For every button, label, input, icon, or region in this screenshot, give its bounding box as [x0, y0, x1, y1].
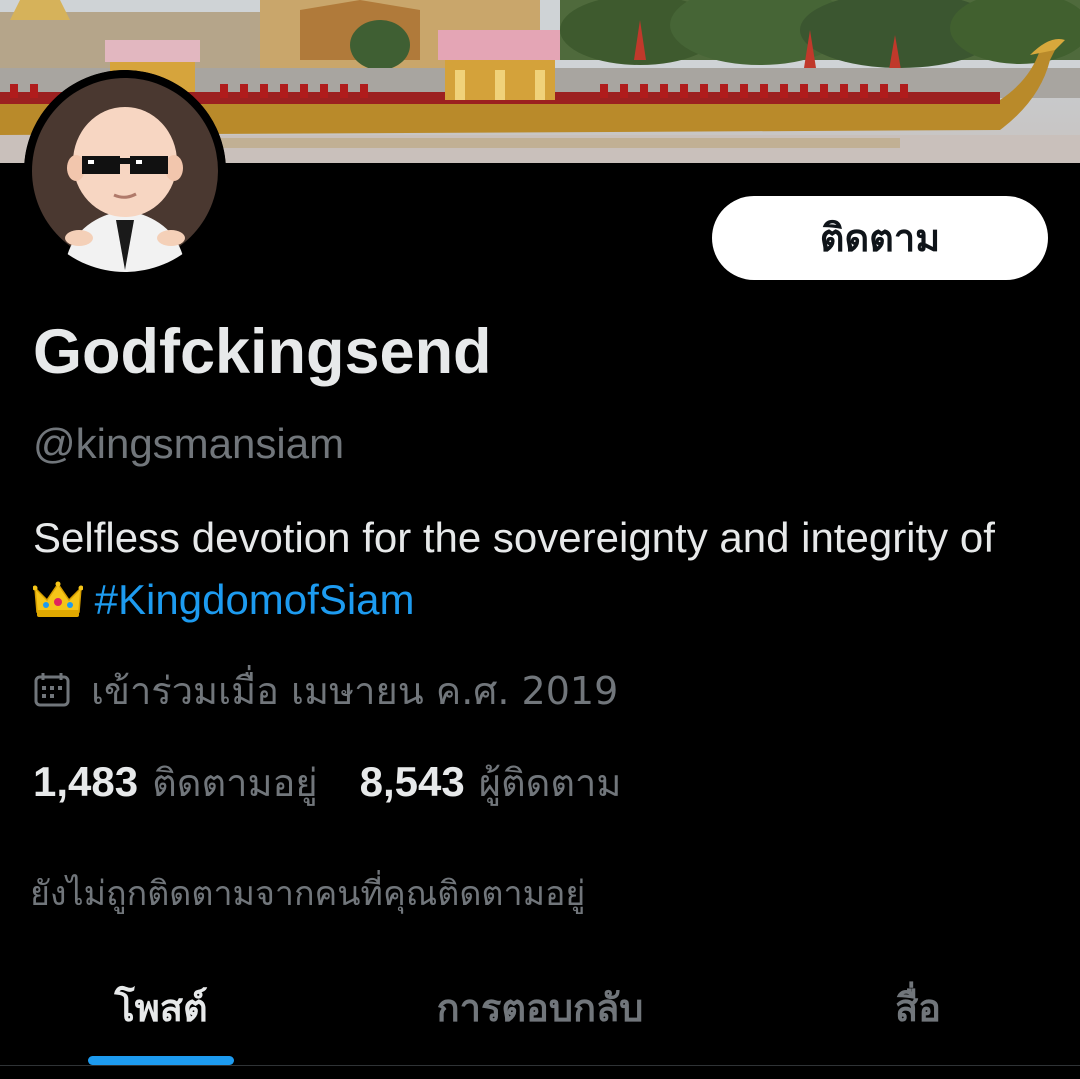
avatar[interactable] [24, 70, 226, 272]
calendar-icon [33, 671, 71, 709]
follow-button[interactable]: ติดตาม [712, 196, 1048, 280]
join-date-text: เข้าร่วมเมื่อ เมษายน ค.ศ. 2019 [91, 668, 619, 713]
bio-text: Selfless devotion for the sovereignty an… [33, 514, 995, 561]
following-link[interactable]: 1,483 ติดตามอยู่ [33, 752, 318, 813]
tabs-divider [0, 1065, 1080, 1066]
tab-replies[interactable]: การตอบกลับ [380, 960, 700, 1060]
active-tab-indicator [88, 1056, 234, 1065]
crown-emoji [32, 575, 84, 637]
not-followed-notice: ยังไม่ถูกติดตามจากคนที่คุณติดตามอยู่ [30, 874, 586, 914]
follow-stats: 1,483 ติดตามอยู่ 8,543 ผู้ติดตาม [33, 752, 621, 812]
followers-label: ผู้ติดตาม [478, 760, 622, 805]
following-label: ติดตามอยู่ [152, 760, 318, 805]
display-name: Godfckingsend [33, 317, 492, 387]
followers-count: 8,543 [359, 757, 465, 805]
profile-tabs: โพสต์ การตอบกลับ สื่อ [0, 960, 1080, 1066]
boss-baby-avatar [24, 70, 226, 272]
tab-posts[interactable]: โพสต์ [60, 960, 262, 1060]
profile-bio: Selfless devotion for the sovereignty an… [32, 507, 1043, 637]
followers-link[interactable]: 8,543 ผู้ติดตาม [360, 752, 622, 813]
following-count: 1,483 [33, 757, 139, 805]
user-handle: @kingsmansiam [33, 420, 345, 467]
join-date: เข้าร่วมเมื่อ เมษายน ค.ศ. 2019 [33, 662, 618, 718]
tab-media[interactable]: สื่อ [850, 960, 986, 1060]
bio-hashtag-link[interactable]: #KingdomofSiam [95, 576, 415, 623]
